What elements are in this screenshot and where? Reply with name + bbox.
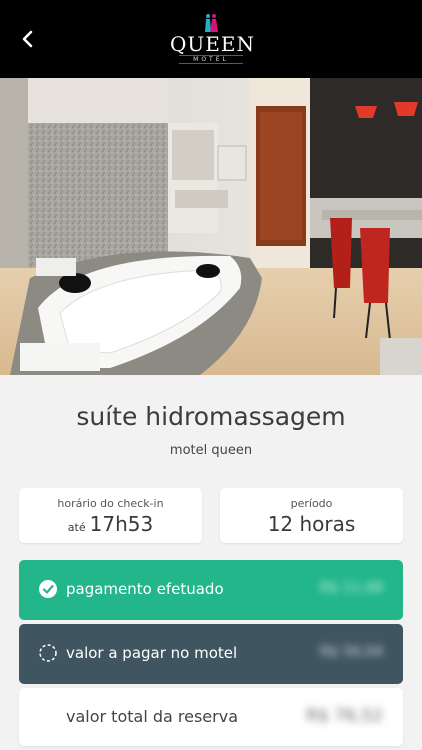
payment-paid-label: pagamento efetuado: [66, 580, 224, 598]
logo-wordmark: QUEEN: [170, 32, 255, 56]
period-value: 12 horas: [267, 512, 356, 536]
couple-figure-icon: [205, 14, 218, 32]
payment-paid-row: pagamento efetuado R$ 11,48: [19, 560, 403, 620]
checkin-label: horário do check-in: [57, 497, 164, 510]
payment-due-row: valor a pagar no motel R$ 56,04: [19, 624, 403, 684]
payment-total-row: valor total da reserva R$ 76,52: [19, 688, 403, 746]
logo-subtitle: MOTEL: [179, 55, 243, 64]
check-circle-icon: [39, 580, 57, 598]
pending-circle-icon: [39, 644, 57, 662]
payment-total-label: valor total da reserva: [66, 707, 238, 726]
checkin-time: 17h53: [89, 512, 154, 536]
motel-name: motel queen: [169, 443, 253, 458]
payment-due-label: valor a pagar no motel: [66, 644, 238, 662]
suite-photo: [0, 78, 422, 375]
suite-title: suíte hidromassagem: [76, 402, 346, 431]
app-header: QUEEN MOTEL: [0, 0, 422, 78]
checkin-value: até 17h53: [19, 512, 202, 536]
motel-logo: QUEEN MOTEL: [170, 12, 255, 68]
payment-due-amount: R$ 56,04: [319, 644, 383, 660]
checkin-prefix: até: [67, 521, 86, 534]
period-card: período 12 horas: [220, 488, 403, 543]
period-label: período: [290, 497, 333, 510]
back-arrow-icon[interactable]: [16, 24, 44, 54]
checkin-card: horário do check-in até 17h53: [19, 488, 202, 543]
payment-paid-amount: R$ 11,48: [319, 580, 383, 596]
payment-total-amount: R$ 76,52: [306, 706, 383, 726]
